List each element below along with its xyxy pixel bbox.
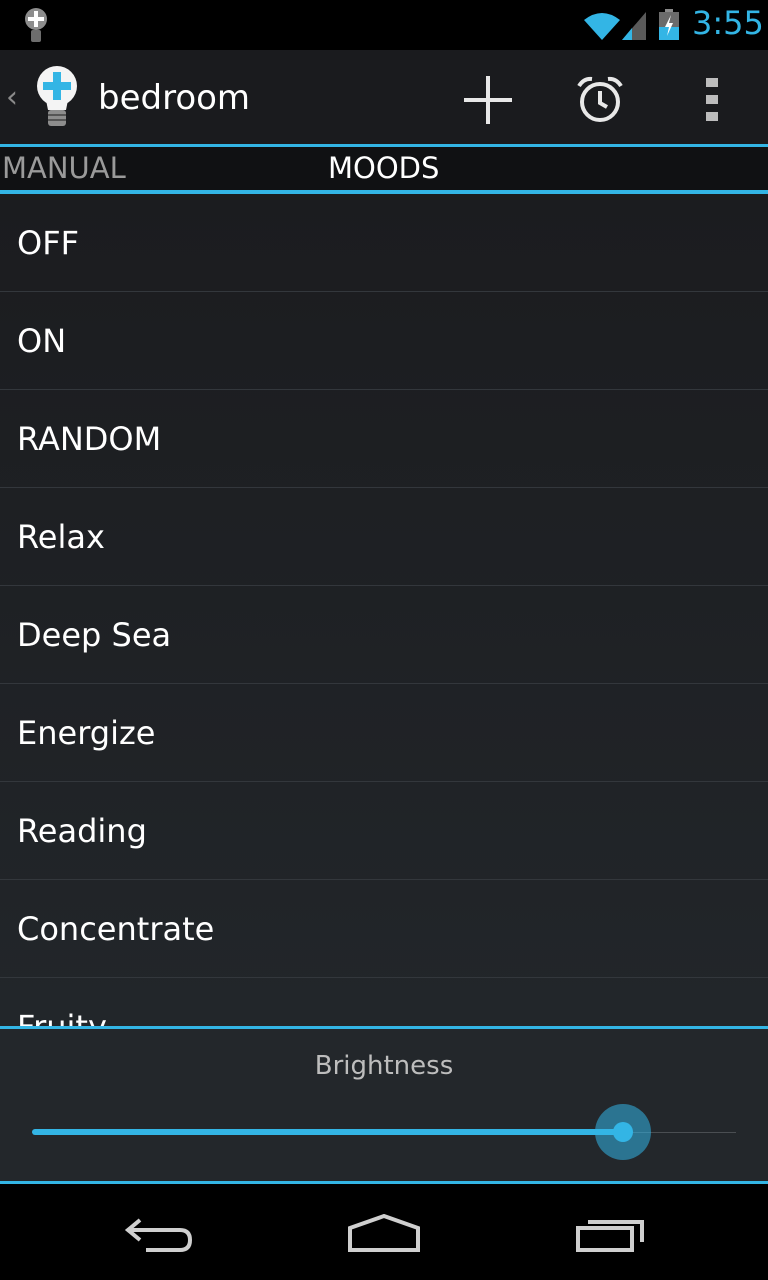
mood-item-deep-sea[interactable]: Deep Sea [0, 586, 768, 684]
brightness-slider-fill [32, 1129, 624, 1135]
tab-manual[interactable]: MANUAL [2, 151, 126, 185]
cell-signal-icon [622, 12, 646, 40]
mood-label: Reading [17, 811, 147, 850]
up-navigation-caret[interactable]: ‹ [6, 80, 18, 115]
tab-moods[interactable]: MOODS [328, 151, 439, 185]
recent-apps-button[interactable] [560, 1204, 660, 1264]
brightness-label: Brightness [314, 1051, 454, 1081]
mood-label: OFF [17, 223, 79, 262]
battery-charging-icon [659, 9, 679, 40]
mood-item-on[interactable]: ON [0, 292, 768, 390]
room-title: bedroom [98, 78, 251, 118]
app-lightbulb-icon[interactable] [32, 64, 82, 132]
wifi-icon [584, 13, 620, 40]
brightness-panel: Brightness [0, 1026, 768, 1184]
back-icon [124, 1218, 193, 1252]
tab-strip: MANUAL MOODS [0, 144, 768, 194]
mood-item-reading[interactable]: Reading [0, 782, 768, 880]
lightbulb-notification-icon [25, 8, 47, 42]
mood-item-relax[interactable]: Relax [0, 488, 768, 586]
action-bar: ‹ bedroom [0, 50, 768, 144]
mood-label: RANDOM [17, 419, 162, 458]
home-button[interactable] [334, 1204, 434, 1264]
mood-label: Relax [17, 517, 105, 556]
mood-item-fruity[interactable]: Fruity [0, 978, 768, 1027]
mood-label: Deep Sea [17, 615, 172, 654]
mood-label: Concentrate [17, 909, 215, 948]
home-icon [348, 1214, 420, 1252]
status-bar: 3:55 [0, 0, 768, 50]
status-clock: 3:55 [692, 4, 764, 42]
moods-list[interactable]: OFF ON RANDOM Relax Deep Sea Energize Re… [0, 194, 768, 1026]
alarm-icon [577, 76, 623, 122]
navigation-bar [0, 1184, 768, 1280]
mood-item-energize[interactable]: Energize [0, 684, 768, 782]
add-icon [464, 76, 512, 124]
mood-label: Fruity [17, 1008, 107, 1027]
back-button[interactable] [110, 1204, 210, 1264]
recent-apps-icon [576, 1220, 644, 1252]
alarm-button[interactable] [568, 72, 632, 128]
mood-label: Energize [17, 713, 156, 752]
mood-item-off[interactable]: OFF [0, 194, 768, 292]
mood-item-random[interactable]: RANDOM [0, 390, 768, 488]
mood-label: ON [17, 321, 67, 360]
add-button[interactable] [456, 72, 520, 128]
overflow-menu-icon [706, 78, 718, 121]
mood-item-concentrate[interactable]: Concentrate [0, 880, 768, 978]
overflow-menu-button[interactable] [680, 72, 744, 128]
